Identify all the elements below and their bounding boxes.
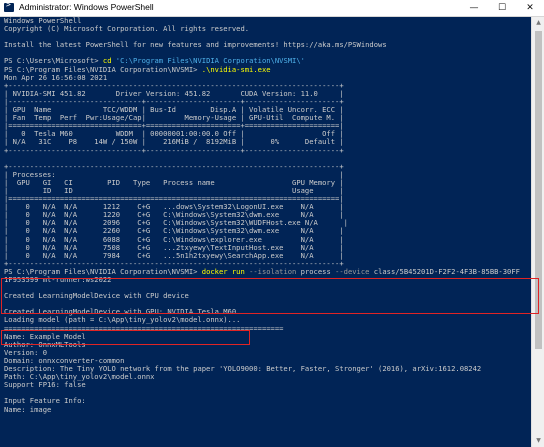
powershell-window: Administrator: Windows PowerShell — ☐ ✕ …	[0, 0, 544, 447]
scroll-down-arrow-icon[interactable]: ▼	[532, 435, 544, 447]
highlight-gpu-device	[1, 330, 250, 345]
console-text: Copyright (C) Microsoft Corporation. All…	[4, 24, 250, 34]
console-line: Install the latest PowerShell for new fe…	[4, 41, 528, 49]
console-text: --isolation	[249, 266, 301, 276]
close-button[interactable]: ✕	[516, 0, 544, 16]
scroll-up-arrow-icon[interactable]: ▲	[532, 17, 544, 29]
console-text: class/5B45201D-F2F2-4F3B-85BB-30FF	[373, 266, 520, 276]
powershell-icon	[4, 0, 14, 12]
console-line: +-------------------------------+-------…	[4, 145, 528, 155]
console-text: --device	[335, 266, 374, 276]
console-text: +-------------------------------+-------…	[4, 145, 344, 155]
console-line: Support FP16: false	[4, 381, 528, 389]
console-output[interactable]: Windows PowerShell Copyright (C) Microsof…	[4, 17, 528, 447]
console-line: Copyright (C) Microsoft Corporation. All…	[4, 25, 528, 33]
console-line: Input Feature Info:	[4, 397, 528, 405]
title-bar[interactable]: Administrator: Windows PowerShell — ☐ ✕	[0, 0, 544, 17]
console-text: process	[300, 266, 336, 276]
console-text: Support FP16: false	[4, 380, 86, 390]
console-line: Name: image	[4, 404, 528, 414]
minimize-button[interactable]: —	[460, 0, 488, 16]
vertical-scrollbar[interactable]: ▲ ▼	[531, 17, 544, 447]
maximize-button[interactable]: ☐	[488, 0, 516, 16]
console-text: .\nvidia-smi.exe	[201, 64, 271, 74]
highlight-docker-command	[1, 278, 539, 314]
window-title: Administrator: Windows PowerShell	[19, 2, 154, 12]
console-text: Install the latest PowerShell for new fe…	[4, 40, 387, 50]
console-text: Name: image	[4, 404, 52, 414]
console-text: docker run	[201, 266, 250, 276]
